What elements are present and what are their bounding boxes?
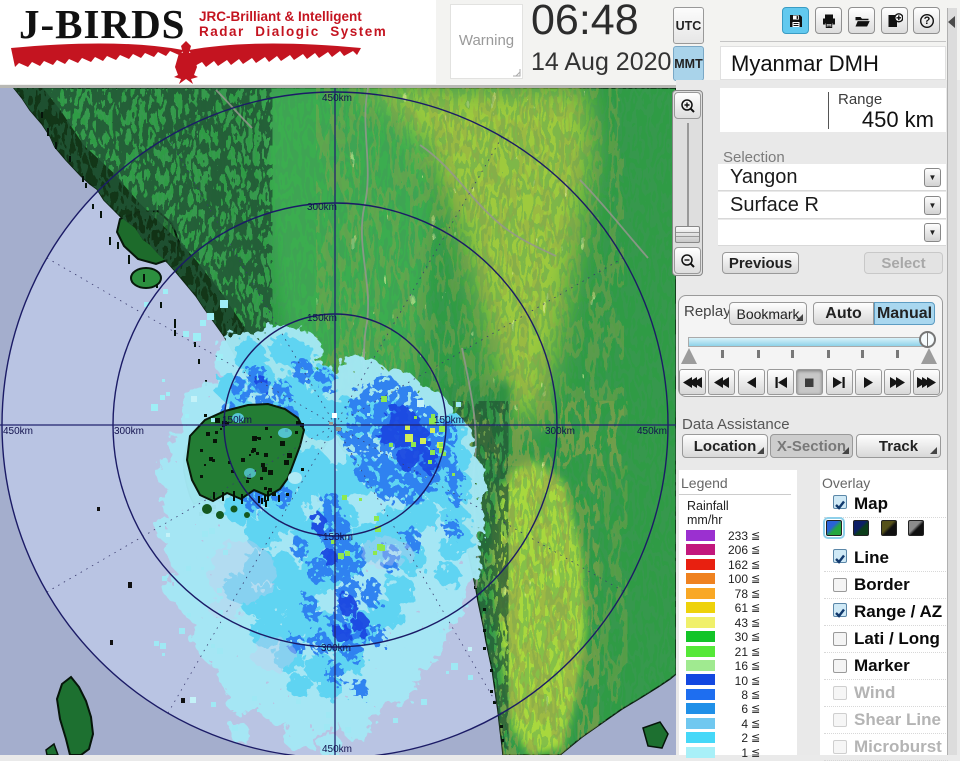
svg-text:150km: 150km [307,313,337,324]
svg-text:300km: 300km [545,426,575,437]
svg-text:300km: 300km [307,202,337,213]
svg-text:450km: 450km [3,426,33,437]
svg-text:450km: 450km [322,744,352,755]
svg-text:450km: 450km [637,426,667,437]
svg-text:300km: 300km [114,426,144,437]
svg-text:150km: 150km [323,532,353,543]
svg-text:450km: 450km [322,93,352,104]
svg-text:150km: 150km [222,415,252,426]
svg-text:150km: 150km [434,415,464,426]
svg-text:300km: 300km [321,643,351,654]
svg-text:?: ? [923,15,930,27]
